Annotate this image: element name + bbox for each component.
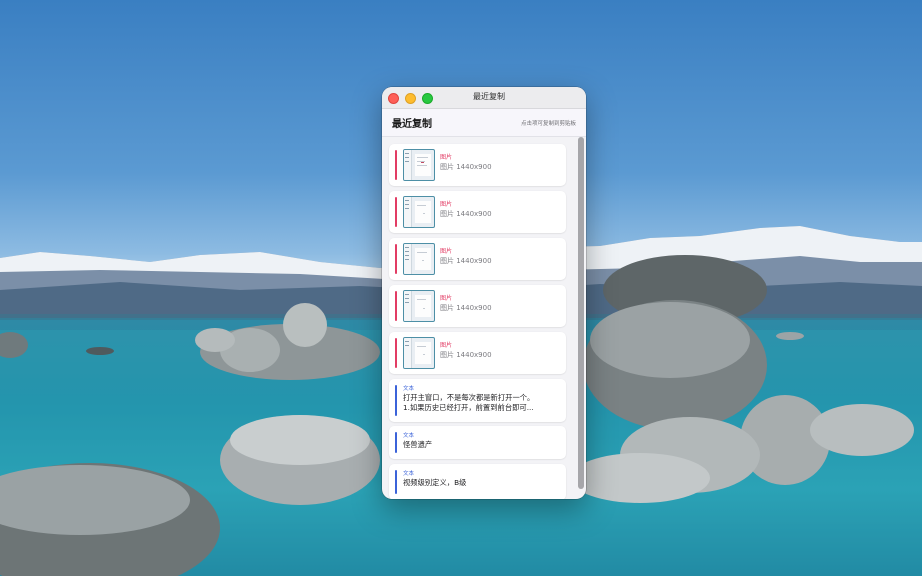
preview-line-2: 1.如果历史已经打开，前置到前台即可... bbox=[403, 403, 534, 412]
image-thumbnail bbox=[403, 243, 435, 275]
page-title: 最近复制 bbox=[392, 119, 432, 130]
clipboard-item-text[interactable]: 文本 打开主窗口，不是每次都是新打开一个。 1.如果历史已经打开，前置到前台即可… bbox=[389, 379, 566, 422]
image-thumbnail bbox=[403, 290, 435, 322]
clipboard-item-image[interactable]: 图片 图片 1440x900 bbox=[389, 285, 566, 327]
header-hint: 点击项可复制到剪贴板 bbox=[520, 120, 576, 127]
preview-line-1: 打开主窗口，不是每次都是新打开一个。 bbox=[403, 393, 535, 402]
clipboard-item-text[interactable]: 文本 视频级别定义，B级 bbox=[389, 464, 566, 499]
image-thumbnail bbox=[403, 149, 435, 181]
text-accent-bar bbox=[395, 470, 397, 494]
item-type-label: 文本 bbox=[403, 471, 415, 477]
image-accent-bar bbox=[395, 338, 397, 368]
image-accent-bar bbox=[395, 150, 397, 180]
preview-line-1: 怪兽遗产 bbox=[403, 440, 433, 449]
item-description: 图片 1440x900 bbox=[440, 351, 492, 359]
preview-line-1: 视频级别定义，B级 bbox=[403, 478, 467, 487]
window-title: 最近复制 bbox=[473, 92, 505, 101]
item-description: 图片 1440x900 bbox=[440, 257, 492, 265]
item-text-preview: 怪兽遗产 bbox=[403, 440, 558, 450]
image-accent-bar bbox=[395, 197, 397, 227]
image-accent-bar bbox=[395, 244, 397, 274]
item-type-label: 图片 bbox=[440, 154, 453, 161]
text-accent-bar bbox=[395, 385, 397, 416]
item-text-preview: 打开主窗口，不是每次都是新打开一个。 1.如果历史已经打开，前置到前台即可... bbox=[403, 393, 558, 413]
image-thumbnail bbox=[403, 196, 435, 228]
panel-header: 最近复制 点击项可复制到剪贴板 bbox=[382, 109, 586, 137]
image-accent-bar bbox=[395, 291, 397, 321]
item-description: 图片 1440x900 bbox=[440, 163, 492, 171]
item-type-label: 图片 bbox=[440, 248, 453, 255]
recent-copies-window: 最近复制 最近复制 点击项可复制到剪贴板 图片 图片 1440x900 图片 图… bbox=[382, 87, 586, 499]
title-bar[interactable]: 最近复制 bbox=[382, 87, 586, 109]
item-description: 图片 1440x900 bbox=[440, 304, 492, 312]
image-thumbnail bbox=[403, 337, 435, 369]
item-type-label: 图片 bbox=[440, 295, 453, 302]
clipboard-item-image[interactable]: 图片 图片 1440x900 bbox=[389, 238, 566, 280]
text-accent-bar bbox=[395, 432, 397, 453]
item-type-label: 图片 bbox=[440, 201, 453, 208]
clipboard-item-image[interactable]: 图片 图片 1440x900 bbox=[389, 332, 566, 374]
clipboard-item-text[interactable]: 文本 怪兽遗产 bbox=[389, 426, 566, 459]
item-type-label: 文本 bbox=[403, 433, 415, 439]
item-type-label: 图片 bbox=[440, 342, 453, 349]
clipboard-item-image[interactable]: 图片 图片 1440x900 bbox=[389, 144, 566, 186]
item-description: 图片 1440x900 bbox=[440, 210, 492, 218]
vertical-scrollbar[interactable] bbox=[578, 137, 584, 489]
item-text-preview: 视频级别定义，B级 bbox=[403, 478, 558, 488]
clipboard-item-image[interactable]: 图片 图片 1440x900 bbox=[389, 191, 566, 233]
clipboard-history-list: 图片 图片 1440x900 图片 图片 1440x900 图片 图片 1440… bbox=[382, 137, 586, 499]
item-type-label: 文本 bbox=[403, 386, 415, 392]
